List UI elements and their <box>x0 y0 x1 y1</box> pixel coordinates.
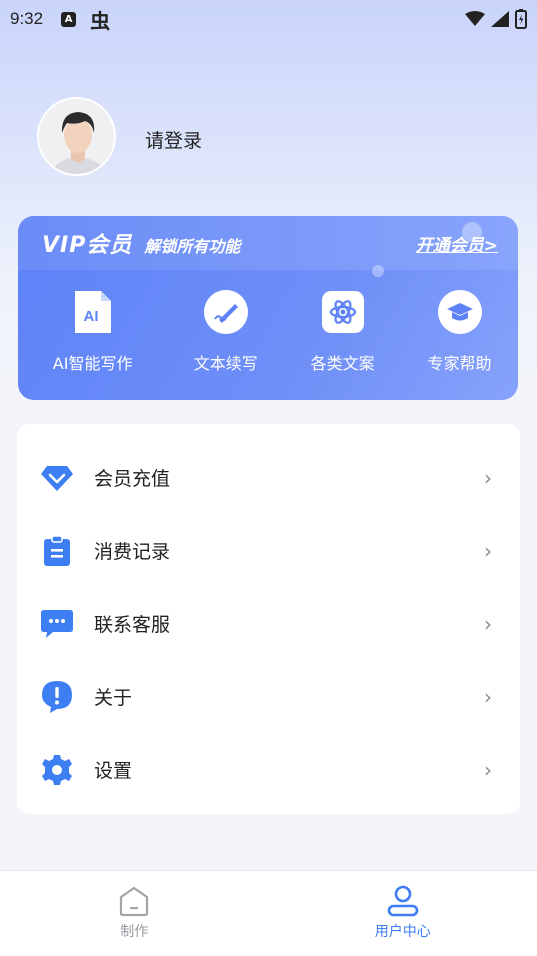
status-icons <box>465 9 527 29</box>
menu-label: 会员充值 <box>94 468 171 490</box>
svg-text:AI: AI <box>83 308 98 325</box>
menu-item-consumption[interactable]: 消费记录 › <box>17 514 520 587</box>
vip-title: VIP会员 <box>42 233 133 258</box>
login-prompt[interactable]: 请登录 <box>145 126 202 153</box>
decor-bubble <box>462 222 482 242</box>
gear-icon <box>41 754 73 786</box>
vip-header: VIP会员 解锁所有功能 开通会员> <box>18 216 518 270</box>
tab-label: 用户中心 <box>374 924 431 940</box>
feature-label: 各类文案 <box>310 354 375 373</box>
vip-subtitle: 解锁所有功能 <box>144 236 241 256</box>
menu-list: 会员充值 › 消费记录 › 联系客服 › 关于 › 设置 › <box>17 424 520 814</box>
user-icon <box>387 885 419 917</box>
status-time: 9:32 <box>10 9 44 28</box>
ai-doc-icon: AI <box>71 290 115 334</box>
bug-icon: 虫 <box>90 8 111 33</box>
feature-label: AI智能写作 <box>52 354 133 373</box>
clipboard-icon <box>41 535 73 567</box>
feature-label: 专家帮助 <box>427 354 492 373</box>
feature-text-continue[interactable]: 文本续写 <box>167 290 284 374</box>
menu-label: 消费记录 <box>94 541 171 563</box>
menu-label: 关于 <box>94 687 133 709</box>
feature-copywriting[interactable]: 各类文案 <box>284 290 401 374</box>
decor-bubble <box>372 265 384 277</box>
menu-item-settings[interactable]: 设置 › <box>17 733 520 806</box>
atom-icon <box>321 290 365 334</box>
status-bar: 9:32 A 虫 <box>0 0 537 38</box>
info-icon <box>41 680 73 713</box>
menu-item-customer-service[interactable]: 联系客服 › <box>17 587 520 660</box>
avatar[interactable] <box>37 97 116 176</box>
vip-card: VIP会员 解锁所有功能 开通会员> AI AI智能写作 文本续写 各类文案 专… <box>18 216 518 400</box>
graduation-cap-icon <box>437 290 482 334</box>
pen-icon <box>203 290 248 334</box>
vip-features: AI AI智能写作 文本续写 各类文案 专家帮助 <box>18 290 518 374</box>
menu-item-recharge[interactable]: 会员充值 › <box>17 441 520 514</box>
tab-label: 制作 <box>120 924 149 940</box>
diamond-icon <box>41 462 73 494</box>
feature-ai-writing[interactable]: AI AI智能写作 <box>18 290 167 374</box>
chevron-right-icon: › <box>484 465 492 490</box>
wifi-icon <box>465 11 485 26</box>
menu-label: 设置 <box>94 760 133 782</box>
open-vip-link[interactable]: 开通会员> <box>416 231 498 256</box>
menu-item-about[interactable]: 关于 › <box>17 660 520 733</box>
home-icon <box>120 886 149 917</box>
chevron-right-icon: › <box>484 684 492 709</box>
chat-icon <box>41 608 73 640</box>
signal-icon <box>491 11 509 27</box>
a-badge-icon: A <box>61 11 77 27</box>
chevron-right-icon: › <box>484 611 492 636</box>
tab-make[interactable]: 制作 <box>0 871 269 956</box>
tab-user-center[interactable]: 用户中心 <box>269 871 537 956</box>
menu-label: 联系客服 <box>94 614 171 636</box>
bottom-tab-bar: 制作 用户中心 <box>0 870 537 956</box>
chevron-right-icon: › <box>484 757 492 782</box>
battery-icon <box>515 9 527 29</box>
feature-expert-help[interactable]: 专家帮助 <box>401 290 518 374</box>
chevron-right-icon: › <box>484 538 492 563</box>
feature-label: 文本续写 <box>193 354 258 373</box>
